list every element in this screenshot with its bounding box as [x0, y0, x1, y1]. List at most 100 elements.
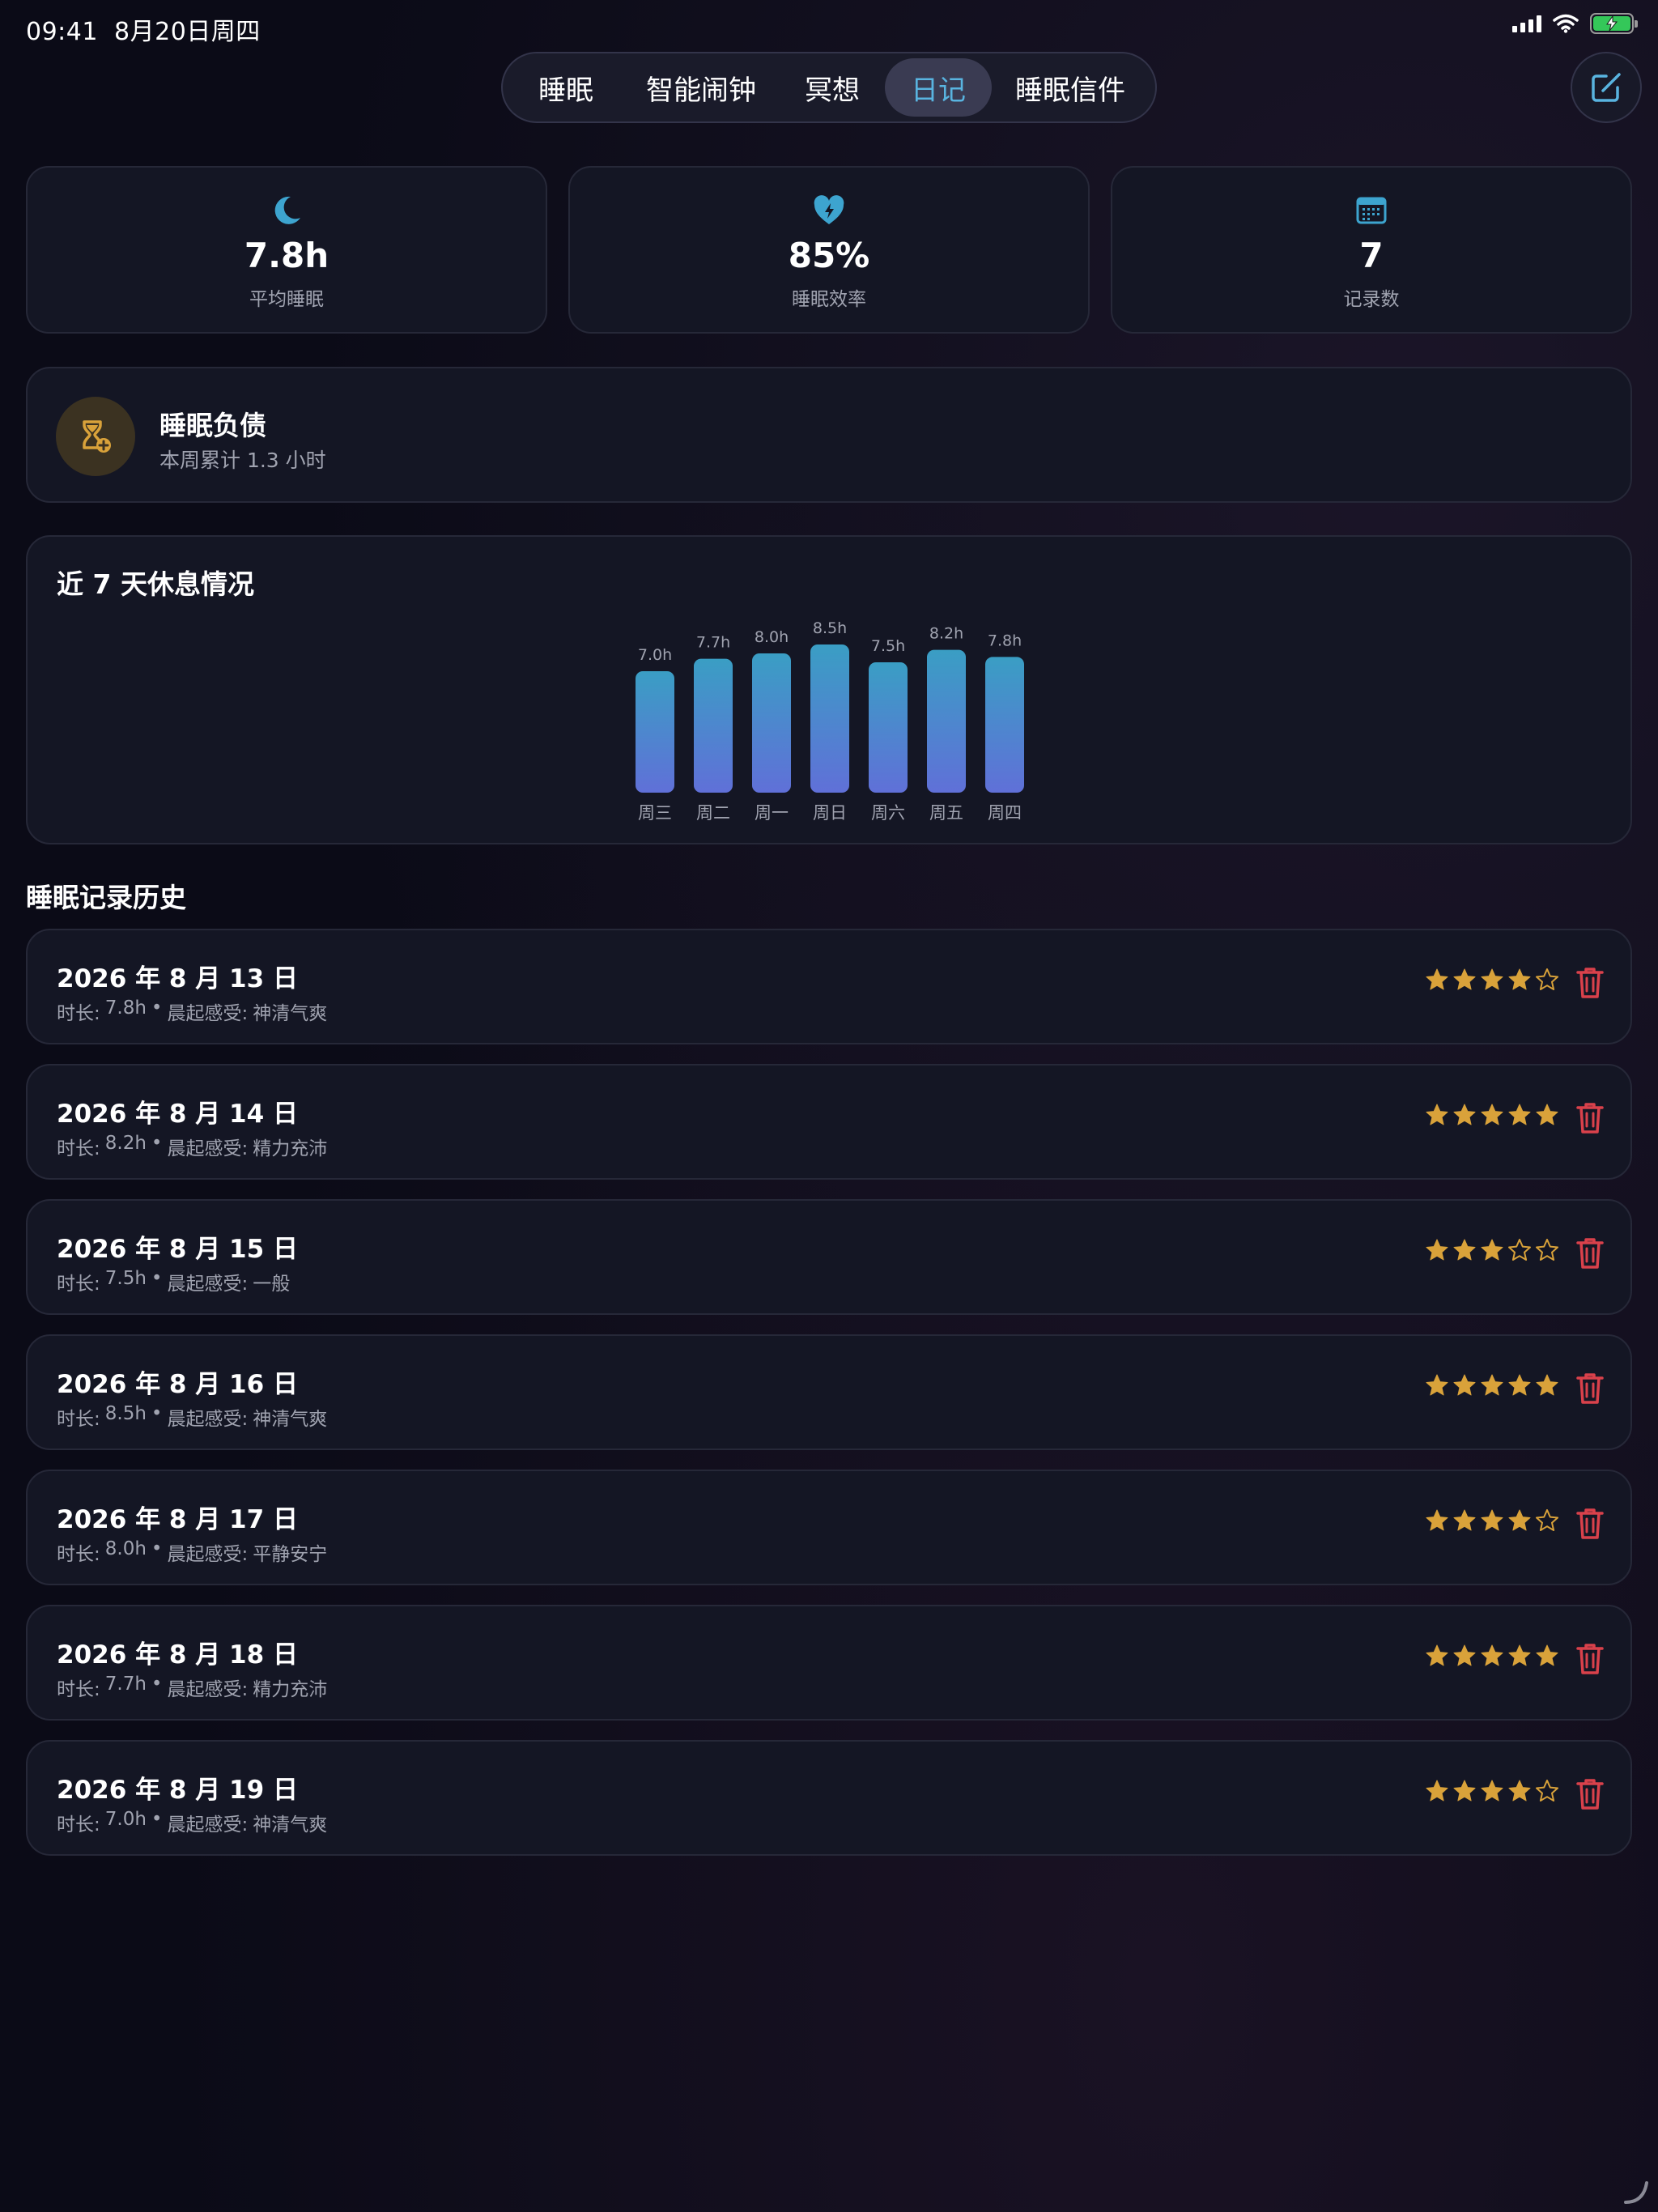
star-filled-icon: [1481, 1104, 1503, 1125]
history-section-title: 睡眠记录历史: [26, 882, 186, 913]
tab-diary[interactable]: 日记: [885, 58, 992, 117]
delete-record-icon[interactable]: [1575, 1236, 1605, 1270]
record-separator: •: [151, 1538, 163, 1559]
chart-bar: [985, 657, 1024, 793]
chart-bar: [752, 653, 791, 793]
record-feeling-label: 晨起感受:: [167, 1544, 249, 1565]
tab-sleep[interactable]: 睡眠: [509, 58, 623, 117]
star-filled-icon: [1426, 968, 1448, 990]
star-filled-icon: [1426, 1104, 1448, 1125]
sleep-record-row[interactable]: 2026 年 8 月 19 日时长: 7.0h • 晨起感受: 神清气爽: [26, 1740, 1632, 1856]
delete-record-icon[interactable]: [1575, 966, 1605, 1000]
record-date: 2026 年 8 月 17 日: [57, 1505, 298, 1534]
record-duration: 7.5h: [104, 1268, 147, 1289]
star-filled-icon: [1453, 1239, 1476, 1261]
sleep-record-row[interactable]: 2026 年 8 月 14 日时长: 8.2h • 晨起感受: 精力充沛: [26, 1064, 1632, 1180]
delete-record-icon[interactable]: [1575, 1101, 1605, 1135]
status-date: 8月20日周四: [114, 18, 261, 46]
stat-value: 7.8h: [244, 236, 329, 275]
sleep-record-row[interactable]: 2026 年 8 月 18 日时长: 7.7h • 晨起感受: 精力充沛: [26, 1605, 1632, 1721]
star-empty-icon: [1508, 1239, 1531, 1261]
record-feeling-label: 晨起感受:: [167, 1409, 249, 1430]
delete-record-icon[interactable]: [1575, 1777, 1605, 1811]
record-meta: 时长: 7.5h • 晨起感受: 一般: [57, 1268, 290, 1295]
chart-value-label: 7.5h: [871, 637, 905, 655]
star-filled-icon: [1508, 968, 1531, 990]
record-feeling: 一般: [253, 1274, 291, 1295]
record-date: 2026 年 8 月 15 日: [57, 1235, 298, 1264]
tab-sleep-letters[interactable]: 睡眠信件: [992, 58, 1149, 117]
record-feeling: 神清气爽: [253, 1814, 328, 1836]
tab-smart-alarm[interactable]: 智能闹钟: [623, 58, 780, 117]
star-filled-icon: [1481, 1780, 1503, 1802]
star-empty-icon: [1536, 1239, 1558, 1261]
chart-value-label: 8.2h: [929, 625, 963, 643]
status-clock: 09:41: [26, 18, 98, 46]
sleep-debt-subtitle: 本周累计 1.3 小时: [159, 449, 326, 472]
record-rating: [1425, 1238, 1559, 1262]
star-filled-icon: [1508, 1104, 1531, 1125]
sleep-record-list: 2026 年 8 月 13 日时长: 7.8h • 晨起感受: 神清气爽 2026 年 8…: [26, 929, 1632, 1875]
star-filled-icon: [1426, 1509, 1448, 1531]
record-rating: [1425, 1373, 1559, 1397]
record-duration: 7.8h: [104, 998, 147, 1019]
chart-category-label: 周三: [638, 803, 672, 823]
sleep-record-row[interactable]: 2026 年 8 月 16 日时长: 8.5h • 晨起感受: 神清气爽: [26, 1334, 1632, 1450]
record-meta: 时长: 8.0h • 晨起感受: 平静安宁: [57, 1538, 327, 1566]
star-filled-icon: [1453, 1644, 1476, 1666]
star-filled-icon: [1508, 1374, 1531, 1396]
star-filled-icon: [1453, 1509, 1476, 1531]
new-entry-button[interactable]: [1571, 52, 1642, 123]
delete-record-icon[interactable]: [1575, 1642, 1605, 1676]
star-filled-icon: [1426, 1239, 1448, 1261]
stat-label: 记录数: [1343, 289, 1400, 310]
record-date: 2026 年 8 月 18 日: [57, 1640, 298, 1670]
sleep-record-row[interactable]: 2026 年 8 月 17 日时长: 8.0h • 晨起感受: 平静安宁: [26, 1470, 1632, 1585]
status-time: 09:41 8月20日周四: [26, 11, 261, 47]
record-duration-label: 时长:: [57, 1274, 100, 1295]
record-duration: 7.7h: [104, 1674, 147, 1695]
record-feeling: 神清气爽: [253, 1003, 328, 1024]
sleep-debt-icon-badge: [56, 397, 135, 476]
record-meta: 时长: 7.7h • 晨起感受: 精力充沛: [57, 1674, 327, 1701]
stat-card-sleep-efficiency: 85% 睡眠效率: [568, 166, 1090, 334]
tab-meditation[interactable]: 冥想: [780, 58, 885, 117]
resize-handle-icon[interactable]: [1622, 2178, 1650, 2206]
hourglass-plus-icon: [83, 420, 111, 453]
sleep-record-row[interactable]: 2026 年 8 月 13 日时长: 7.8h • 晨起感受: 神清气爽: [26, 929, 1632, 1044]
record-rating: [1425, 1644, 1559, 1668]
stat-card-record-count: 7 记录数: [1111, 166, 1632, 334]
cellular-signal-icon: [1512, 15, 1541, 32]
star-filled-icon: [1453, 1104, 1476, 1125]
record-date: 2026 年 8 月 13 日: [57, 964, 298, 993]
record-rating: [1425, 1779, 1559, 1803]
record-separator: •: [151, 1133, 163, 1154]
record-rating: [1425, 1103, 1559, 1127]
chart-bar: [694, 658, 733, 793]
chart-bar: [810, 644, 849, 793]
star-filled-icon: [1508, 1644, 1531, 1666]
star-filled-icon: [1453, 1374, 1476, 1396]
record-duration-label: 时长:: [57, 1003, 100, 1024]
sleep-record-row[interactable]: 2026 年 8 月 15 日时长: 7.5h • 晨起感受: 一般: [26, 1199, 1632, 1315]
star-filled-icon: [1426, 1374, 1448, 1396]
sleep-debt-card[interactable]: 睡眠负债 本周累计 1.3 小时: [26, 367, 1632, 503]
chart-bar: [927, 649, 966, 793]
delete-record-icon[interactable]: [1575, 1372, 1605, 1406]
record-feeling: 精力充沛: [253, 1679, 328, 1700]
record-duration-label: 时长:: [57, 1814, 100, 1836]
record-duration-label: 时长:: [57, 1679, 100, 1700]
chart-value-label: 8.5h: [813, 619, 847, 637]
weekly-rest-chart-card: 近 7 天休息情况 7.0h 周三 7.7h 周二 8.0h 周一 8.5h 周日 7.5h 周六…: [26, 535, 1632, 844]
record-duration-label: 时长:: [57, 1138, 100, 1159]
stat-label: 平均睡眠: [249, 289, 324, 310]
delete-record-icon[interactable]: [1575, 1507, 1605, 1541]
star-empty-icon: [1536, 1509, 1558, 1531]
star-filled-icon: [1481, 968, 1503, 990]
record-separator: •: [151, 1674, 163, 1695]
star-empty-icon: [1536, 1780, 1558, 1802]
record-duration: 8.5h: [104, 1403, 147, 1424]
record-date: 2026 年 8 月 16 日: [57, 1370, 298, 1399]
chart-value-label: 7.0h: [638, 646, 672, 664]
main-tab-bar: 睡眠 智能闹钟 冥想 日记 睡眠信件: [501, 52, 1157, 123]
